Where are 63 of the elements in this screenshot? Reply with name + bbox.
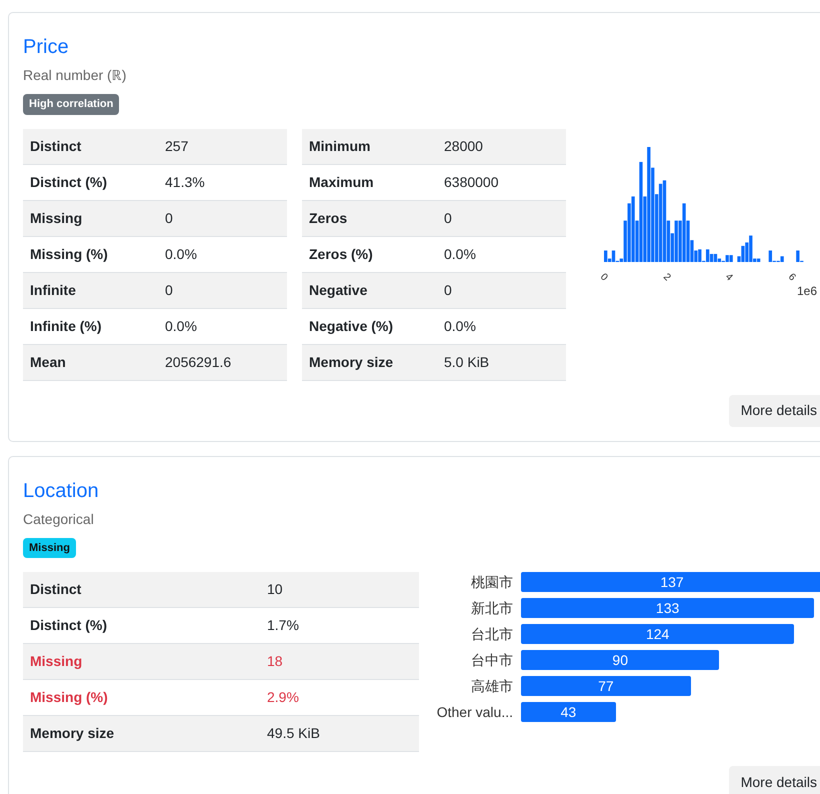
- row-value: 257: [165, 136, 188, 156]
- bar-value-label: 133: [656, 598, 680, 618]
- variable-title[interactable]: Location: [23, 476, 820, 504]
- badge: Missing: [23, 538, 76, 558]
- row-label: Zeros: [308, 208, 348, 228]
- row-label: Missing (%): [29, 688, 109, 707]
- more-details-button[interactable]: More details: [728, 394, 820, 426]
- row-value: 0.0%: [165, 316, 197, 336]
- variable-title[interactable]: Price: [23, 33, 820, 61]
- row-label: Distinct: [29, 580, 82, 599]
- row-label: Infinite: [29, 280, 77, 300]
- row-value: 28000: [444, 136, 483, 156]
- bar-value-label: 137: [660, 572, 684, 592]
- bar-value-label: 124: [646, 624, 670, 644]
- row-label: Zeros (%): [308, 244, 374, 264]
- row-value: 10: [267, 580, 283, 599]
- category-label: 新北市: [470, 598, 514, 618]
- row-value: 1.7%: [267, 616, 299, 635]
- variable-type: Categorical: [23, 510, 95, 529]
- row-value: 2056291.6: [165, 352, 232, 372]
- row-label: Memory size: [29, 724, 116, 743]
- row-value: 5.0 KiB: [444, 352, 490, 372]
- row-label: Negative: [308, 280, 368, 300]
- more-details-button[interactable]: More details: [728, 766, 820, 794]
- bar-value-label: 90: [612, 650, 628, 670]
- category-label: 高雄市: [470, 676, 514, 696]
- bar-value-label: 77: [598, 676, 614, 696]
- axis-tick-label: 0: [596, 270, 611, 284]
- bar-value-label: 43: [560, 702, 576, 722]
- category-label: 台中市: [470, 650, 514, 670]
- row-label: Memory size: [308, 352, 394, 372]
- row-value: 0: [444, 280, 452, 300]
- axis-tick-label: 2: [659, 270, 674, 284]
- row-value: 0.0%: [165, 244, 197, 264]
- row-label: Infinite (%): [29, 316, 103, 336]
- axis-tick-label: 6: [784, 270, 798, 284]
- row-value: 49.5 KiB: [267, 724, 320, 743]
- variable-type: Real number (ℝ): [23, 66, 128, 85]
- row-value: 6380000: [444, 172, 499, 192]
- row-label: Missing: [29, 208, 84, 228]
- row-value: 0: [165, 280, 173, 300]
- row-value: 0.0%: [444, 316, 476, 336]
- row-label: Distinct (%): [29, 172, 108, 192]
- row-value: 2.9%: [267, 688, 299, 707]
- row-label: Negative (%): [308, 316, 394, 336]
- badge: High correlation: [23, 94, 120, 114]
- row-value: 41.3%: [165, 172, 205, 192]
- row-label: Maximum: [308, 172, 375, 192]
- row-value: 0.0%: [444, 244, 476, 264]
- row-label: Mean: [29, 352, 67, 372]
- row-label: Minimum: [308, 136, 372, 156]
- row-label: Missing (%): [29, 244, 109, 264]
- row-label: Missing: [29, 652, 84, 671]
- row-value: 18: [267, 652, 283, 671]
- category-label: 台北市: [470, 624, 514, 644]
- category-label: 桃園市: [470, 572, 514, 592]
- row-label: Distinct: [29, 136, 82, 156]
- row-label: Distinct (%): [29, 616, 108, 635]
- category-label: Other valu...: [436, 702, 514, 722]
- axis-scale-label: 1e6: [796, 282, 817, 300]
- row-value: 0: [444, 208, 452, 228]
- row-value: 0: [165, 208, 173, 228]
- axis-tick-label: 4: [722, 270, 736, 284]
